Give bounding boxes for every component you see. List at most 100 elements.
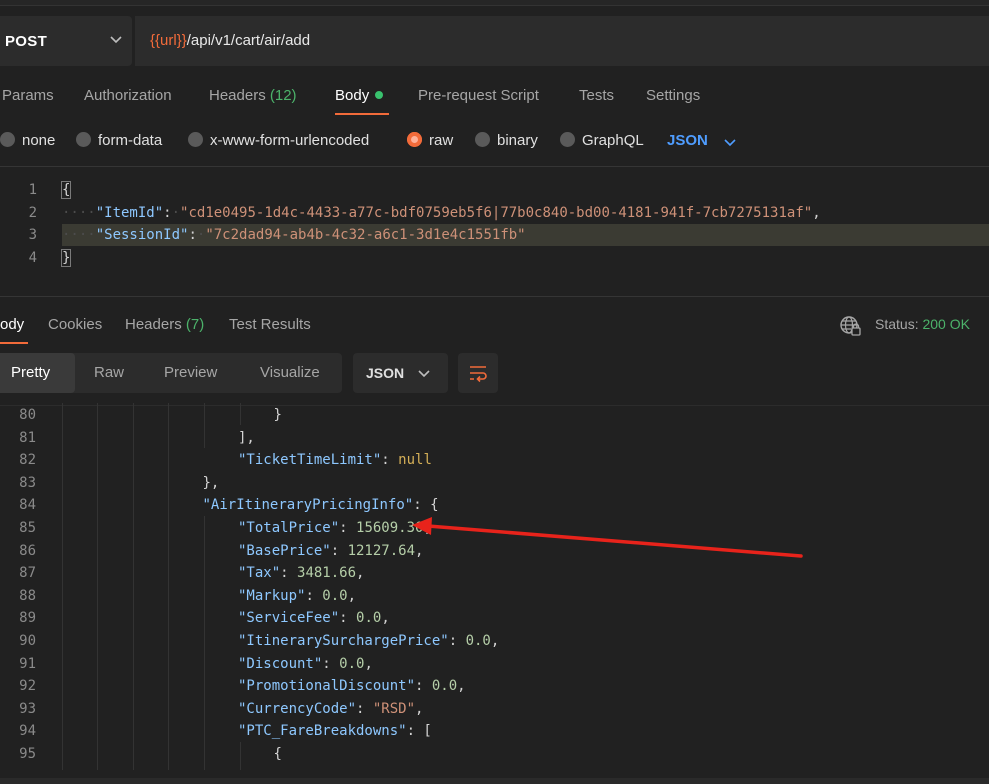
status-value: 200 OK (922, 316, 970, 332)
editor-code: ····"SessionId":·"7c2dad94-ab4b-4c32-a6c… (62, 227, 526, 243)
editor-code: ····"ItemId":·"cd1e0495-1d4c-4433-a77c-b… (62, 204, 821, 221)
line-number: 1 (28, 182, 37, 198)
window-bottom-strip (0, 778, 989, 784)
json-punctuation: } (273, 407, 282, 423)
tab-tests[interactable]: Tests (579, 87, 614, 104)
radio-label: GraphQL (582, 132, 644, 149)
line-number: 83 (19, 474, 36, 491)
response-line: 91 "Discount": 0.0, (0, 652, 989, 675)
radio-label: form-data (98, 132, 163, 149)
response-line: 87 "Tax": 3481.66, (0, 561, 989, 584)
line-number: 88 (19, 587, 36, 604)
radio-label: raw (429, 132, 454, 149)
line-number: 90 (19, 633, 36, 649)
json-punctuation: : (280, 565, 298, 582)
line-number: 92 (19, 678, 36, 695)
line-number: 87 (19, 565, 36, 582)
json-string: "cd1e0495-1d4c-4433-a77c-bdf0759eb5f6|77… (180, 204, 813, 221)
radio-x-www-form-urlencoded[interactable]: x-www-form-urlencoded (188, 132, 369, 149)
url-input[interactable]: {{url}}/api/v1/cart/air/add (135, 16, 989, 66)
response-code: "PTC_FareBreakdowns": [ (238, 723, 432, 739)
tab-response-headers[interactable]: Headers (7) (125, 316, 204, 333)
json-punctuation: : (356, 700, 373, 717)
line-number: 4 (28, 249, 37, 266)
line-number: 84 (19, 497, 36, 514)
chevron-down-icon (110, 36, 122, 44)
tab-params[interactable]: Params (2, 87, 54, 104)
response-code: } (274, 407, 282, 423)
radio-label: binary (497, 132, 538, 149)
radio-binary[interactable]: binary (475, 132, 538, 149)
view-mode-group: Pretty Raw Preview Visualize (0, 353, 342, 393)
json-key: "AirItineraryPricingInfo" (202, 497, 414, 514)
view-visualize-button[interactable]: Visualize (260, 364, 320, 381)
json-key: "BasePrice" (238, 542, 331, 559)
json-punctuation: , (423, 520, 432, 536)
json-punctuation: : [ (406, 723, 432, 740)
line-number: 93 (19, 700, 36, 717)
wrap-lines-button[interactable] (458, 353, 498, 393)
tab-authorization[interactable]: Authorization (84, 87, 172, 104)
radio-circle (76, 132, 91, 147)
tab-body[interactable]: Body (335, 87, 384, 104)
method-select[interactable]: POST (0, 16, 132, 66)
tab-cookies[interactable]: Cookies (48, 316, 102, 333)
view-pretty-button[interactable]: Pretty (11, 364, 50, 381)
json-value: null (452, 769, 486, 770)
json-key: "CurrencyCode" (238, 700, 357, 717)
json-value: 3481.66 (297, 565, 357, 582)
chevron-down-icon (418, 370, 430, 378)
line-number: 95 (19, 746, 36, 762)
radio-none[interactable]: none (0, 132, 55, 149)
editor-line: 1 { (0, 179, 989, 201)
tab-test-results[interactable]: Test Results (229, 316, 311, 333)
line-number: 96 (0, 769, 36, 770)
line-number: 91 (19, 655, 36, 672)
response-code: "ItinerarySurchargePrice": 0.0, (238, 633, 499, 649)
response-format-select[interactable]: JSON (353, 353, 448, 393)
response-view-toolbar: Pretty Raw Preview Visualize JSON (0, 353, 989, 393)
editor-line: 2 ····"ItemId":·"cd1e0495-1d4c-4433-a77c… (0, 202, 989, 224)
editor-line: 3 ····"SessionId":·"7c2dad94-ab4b-4c32-a… (0, 224, 989, 246)
view-raw-button[interactable]: Raw (94, 364, 124, 381)
response-format-label: JSON (366, 365, 405, 381)
response-line: 96 "PTCIdentifier": null (0, 765, 989, 770)
radio-raw[interactable]: raw (407, 132, 453, 149)
json-key: "Markup" (238, 587, 306, 604)
pane-divider[interactable] (0, 296, 989, 297)
json-key: "TicketTimeLimit" (238, 452, 382, 469)
json-punctuation: : (415, 678, 432, 695)
json-value: null (398, 452, 432, 469)
chevron-down-icon[interactable] (723, 135, 737, 149)
divider (0, 166, 989, 167)
radio-graphql[interactable]: GraphQL (560, 132, 644, 149)
tab-headers[interactable]: Headers (12) (209, 87, 297, 104)
close-brace: } (60, 248, 72, 267)
json-punctuation: : (322, 655, 340, 672)
json-value: 0.0 (431, 678, 458, 695)
tab-response-body[interactable]: ody (0, 316, 24, 333)
response-code: ], (238, 430, 255, 446)
line-number: 85 (19, 520, 36, 536)
body-format-select[interactable]: JSON (667, 132, 708, 149)
globe-icon[interactable] (839, 315, 861, 337)
response-code: "PromotionalDiscount": 0.0, (238, 678, 466, 694)
response-body-viewer[interactable]: 80} 81], 82 "TicketTimeLimit": null 83}, 84 "A… (0, 403, 989, 770)
tab-pre-request-script[interactable]: Pre-request Script (418, 87, 539, 104)
tab-settings[interactable]: Settings (646, 87, 700, 104)
json-punctuation: , (415, 700, 424, 717)
radio-circle-selected (407, 132, 422, 147)
radio-label: x-www-form-urlencoded (210, 132, 370, 149)
json-value: 12127.64 (347, 542, 416, 559)
json-punctuation: : { (413, 497, 439, 514)
json-punctuation: : (339, 520, 357, 536)
response-code: "Markup": 0.0, (238, 588, 356, 604)
json-value: 15609.30 (356, 520, 424, 536)
json-value: 0.0 (356, 610, 382, 627)
request-body-editor[interactable]: 1 { 2 ····"ItemId":·"cd1e0495-1d4c-4433-… (0, 179, 989, 294)
response-code: "CurrencyCode": "RSD", (238, 701, 423, 717)
response-line: 94 "PTC_FareBreakdowns": [ (0, 719, 989, 742)
json-key: "SessionId" (95, 227, 189, 243)
view-preview-button[interactable]: Preview (164, 364, 217, 381)
radio-form-data[interactable]: form-data (76, 132, 162, 149)
